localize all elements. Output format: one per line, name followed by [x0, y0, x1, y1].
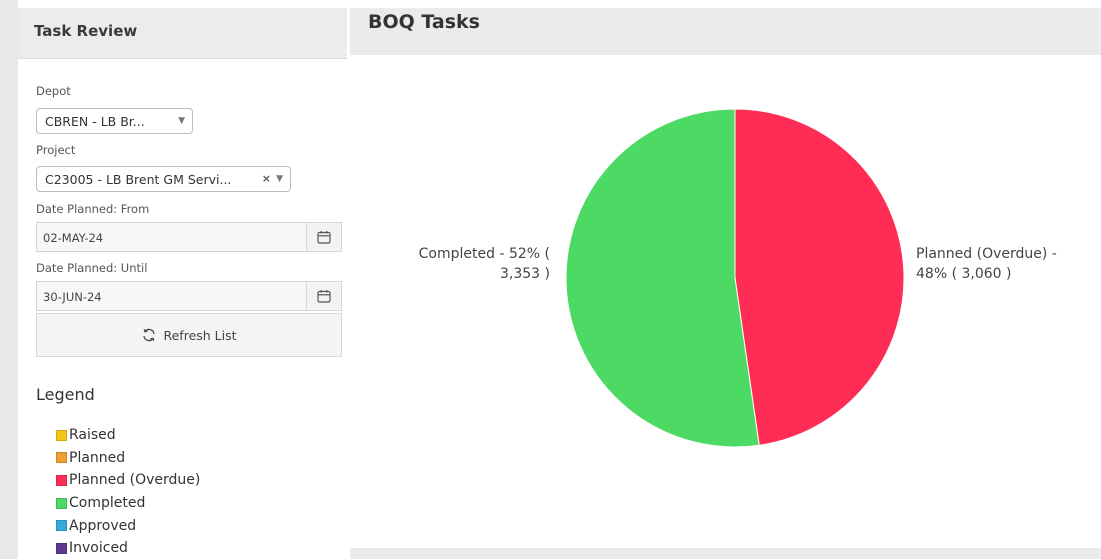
legend-label: Planned [69, 449, 126, 466]
refresh-icon [143, 328, 156, 342]
pie-label: Completed - 52% (3,353 ) [419, 246, 550, 282]
legend-item: Planned (Overdue) [56, 469, 200, 492]
legend-list: Raised Planned Planned (Overdue) Completed A… [56, 424, 200, 560]
calendar-icon [317, 231, 331, 244]
legend-item: Planned [56, 447, 200, 470]
refresh-list-button[interactable]: Refresh List [36, 313, 342, 357]
pie-slice-planned-overdue[interactable] [734, 108, 905, 446]
legend-swatch [56, 474, 67, 486]
date-until-value: 30-JUN-24 [43, 290, 102, 304]
panel-header: Task Review [18, 8, 347, 59]
pie-label: Planned (Overdue) -48% ( 3,060 ) [916, 246, 1057, 282]
pie-slice-completed[interactable] [565, 108, 760, 448]
panel-title: Task Review [34, 22, 138, 40]
clear-icon[interactable]: × [262, 172, 271, 185]
date-until-label: Date Planned: Until [36, 261, 148, 275]
legend-label: Completed [69, 495, 146, 512]
task-review-panel: Task Review Depot CBREN - LB Br... ▼ Pro… [0, 0, 350, 559]
legend-swatch [56, 542, 67, 554]
chart-area: Planned (Overdue) -48% ( 3,060 ) Complete… [350, 55, 1101, 548]
legend-label: Planned (Overdue) [69, 472, 201, 489]
date-until-input[interactable]: 30-JUN-24 [36, 281, 342, 311]
calendar-icon [317, 290, 331, 303]
refresh-list-label: Refresh List [163, 327, 237, 343]
chevron-down-icon: ▼ [276, 174, 283, 184]
chevron-down-icon: ▼ [178, 116, 185, 126]
legend-title: Legend [36, 385, 95, 404]
legend-swatch [56, 452, 67, 464]
project-label: Project [36, 143, 76, 157]
chart-footer [350, 548, 1101, 559]
date-from-picker-button[interactable] [306, 223, 341, 251]
depot-select-value: CBREN - LB Br... [45, 114, 145, 129]
legend-item: Raised [56, 424, 200, 447]
panel-gutter [0, 0, 18, 559]
legend-item: Approved [56, 514, 200, 537]
chart-header: BOQ Tasks [350, 8, 1101, 55]
legend-item: Invoiced [56, 537, 200, 560]
date-from-label: Date Planned: From [36, 202, 150, 216]
legend-swatch [56, 497, 67, 509]
legend-swatch [56, 429, 67, 441]
chart-title: BOQ Tasks [368, 11, 480, 33]
project-select[interactable]: C23005 - LB Brent GM Servi... × ▼ [36, 166, 291, 192]
depot-label: Depot [36, 84, 71, 98]
date-until-picker-button[interactable] [306, 282, 341, 310]
legend-swatch [56, 520, 67, 532]
legend-label: Raised [69, 427, 116, 444]
legend-item: Completed [56, 492, 200, 515]
project-select-value: C23005 - LB Brent GM Servi... [45, 172, 232, 187]
pie-chart: Planned (Overdue) -48% ( 3,060 ) Complete… [419, 108, 1057, 448]
depot-select[interactable]: CBREN - LB Br... ▼ [36, 108, 193, 134]
legend-label: Approved [69, 517, 137, 534]
date-from-value: 02-MAY-24 [43, 231, 104, 245]
date-from-input[interactable]: 02-MAY-24 [36, 222, 342, 252]
legend-label: Invoiced [69, 540, 128, 557]
